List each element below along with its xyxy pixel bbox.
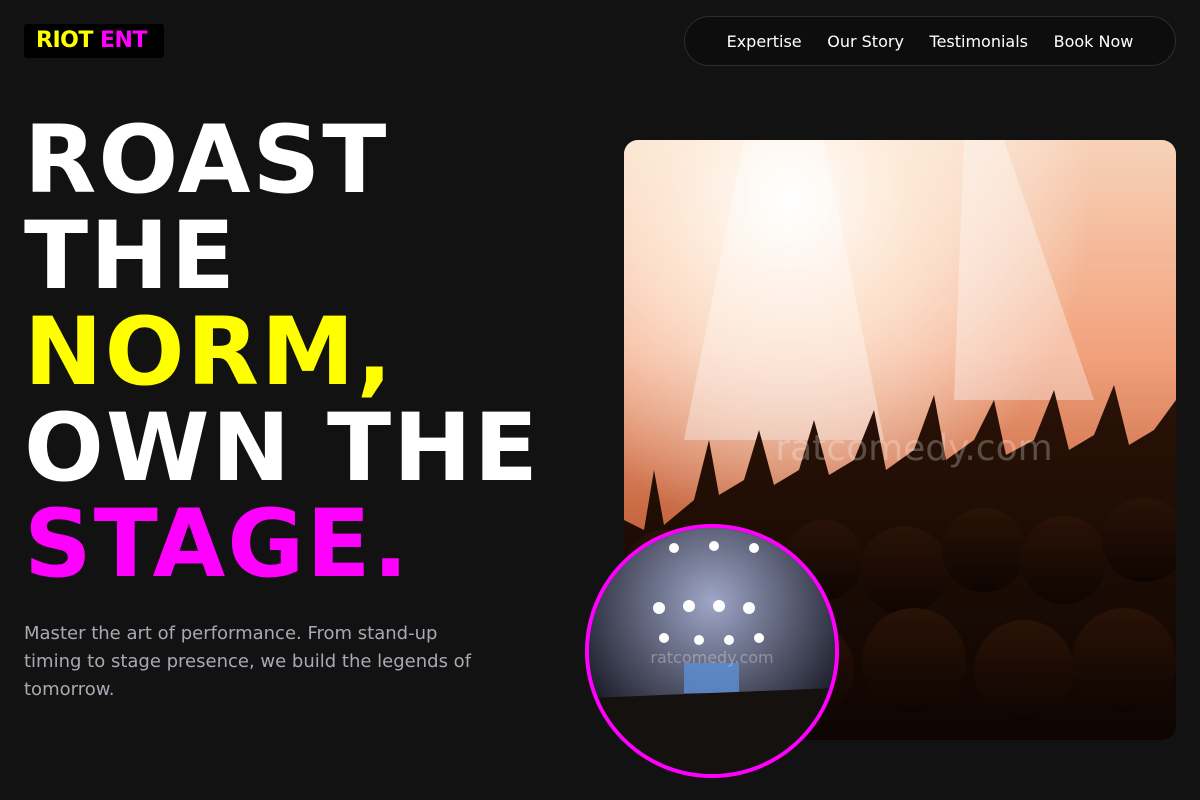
hero-line-4: OWN THE <box>24 394 540 503</box>
hero-line-2: THE <box>24 202 238 311</box>
hero-line-1: ROAST <box>24 106 389 215</box>
svg-text:ratcomedy.com: ratcomedy.com <box>775 428 1052 469</box>
hero-line-5: STAGE. <box>24 490 411 599</box>
nav-link-testimonials[interactable]: Testimonials <box>930 32 1029 51</box>
nav-link-expertise[interactable]: Expertise <box>727 32 802 51</box>
hero-line-3: NORM, <box>24 298 395 407</box>
nav-link-book-now[interactable]: Book Now <box>1054 32 1134 51</box>
svg-text:ratcomedy.com: ratcomedy.com <box>650 648 773 667</box>
hero-headline: ROAST THE NORM, OWN THE STAGE. <box>24 113 540 593</box>
stage-concert-image: ratcomedy.com <box>585 524 839 778</box>
main-nav: Expertise Our Story Testimonials Book No… <box>684 16 1176 66</box>
nav-link-our-story[interactable]: Our Story <box>827 32 904 51</box>
hero-description: Master the art of performance. From stan… <box>24 623 472 700</box>
logo-part-ent: ENT <box>100 28 147 53</box>
logo-part-riot: RIOT <box>36 28 93 53</box>
logo[interactable]: RIOT ENT <box>24 24 164 58</box>
